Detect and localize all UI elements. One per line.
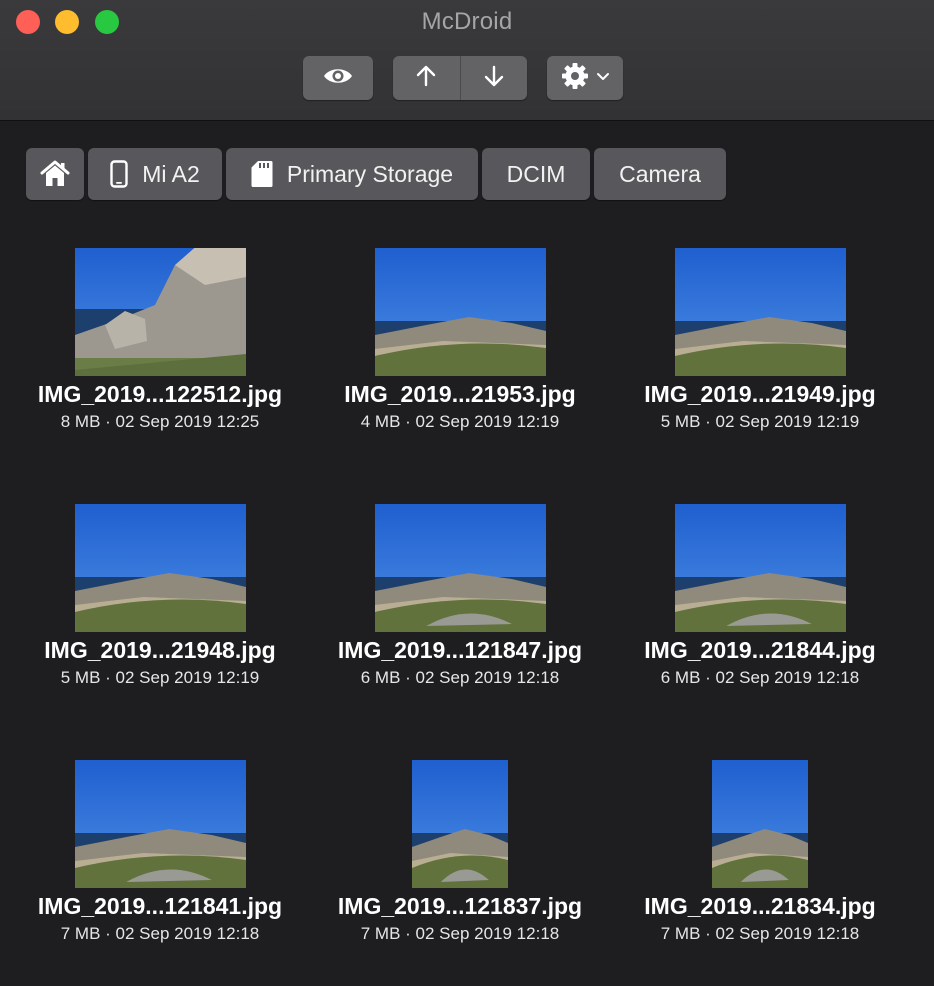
file-name: IMG_2019...21844.jpg [644,637,876,663]
file-thumbnail [375,504,546,632]
preview-button[interactable] [303,56,373,100]
file-thumbnail [375,248,546,376]
breadcrumb-storage[interactable]: Primary Storage [226,148,478,200]
file-meta: 4 MB · 02 Sep 2019 12:19 [360,412,560,431]
breadcrumb-storage-label: Primary Storage [286,160,454,187]
breadcrumb-camera-label: Camera [619,160,701,187]
file-meta: 8 MB · 02 Sep 2019 12:25 [60,412,260,431]
file-name: IMG_2019...122512.jpg [37,381,283,407]
file-thumbnail [675,248,846,376]
file-thumbnail [75,248,246,376]
file-thumbnail [412,760,508,888]
arrow-down-icon [482,64,506,93]
chevron-down-icon [596,69,610,87]
file-item[interactable]: IMG_2019...121837.jpg 7 MB · 02 Sep 2019 … [310,760,610,960]
home-icon [40,160,70,188]
file-meta: 5 MB · 02 Sep 2019 12:19 [660,412,860,431]
breadcrumb-device[interactable]: Mi A2 [88,148,222,200]
file-name: IMG_2019...21949.jpg [644,381,876,407]
breadcrumb-device-label: Mi A2 [142,160,200,187]
file-item[interactable]: IMG_2019...121847.jpg 6 MB · 02 Sep 2019 … [310,504,610,704]
upload-button[interactable] [393,56,460,100]
file-item[interactable]: IMG_2019...121841.jpg 7 MB · 02 Sep 2019 … [10,760,310,960]
file-meta: 7 MB · 02 Sep 2019 12:18 [660,924,860,943]
file-item[interactable]: IMG_2019...21948.jpg 5 MB · 02 Sep 2019 1… [10,504,310,704]
window-title: McDroid [421,8,513,35]
file-name: IMG_2019...21834.jpg [644,893,876,919]
breadcrumb-dcim[interactable]: DCIM [482,148,590,200]
file-name: IMG_2019...121837.jpg [337,893,583,919]
file-thumbnail [712,760,808,888]
file-thumbnail [675,504,846,632]
file-meta: 7 MB · 02 Sep 2019 12:18 [360,924,560,943]
file-name: IMG_2019...21953.jpg [344,381,576,407]
file-item[interactable]: IMG_2019...122512.jpg 8 MB · 02 Sep 2019 … [10,248,310,448]
breadcrumb-camera[interactable]: Camera [594,148,726,200]
phone-icon [110,160,128,188]
eye-icon [323,66,353,91]
file-item[interactable]: IMG_2019...21949.jpg 5 MB · 02 Sep 2019 1… [610,248,910,448]
file-name: IMG_2019...121847.jpg [337,637,583,663]
breadcrumb-dcim-label: DCIM [506,160,566,187]
file-thumbnail [75,504,246,632]
file-meta: 5 MB · 02 Sep 2019 12:19 [60,668,260,687]
file-meta: 7 MB · 02 Sep 2019 12:18 [60,924,260,943]
settings-menu-button[interactable] [547,56,623,100]
file-meta: 6 MB · 02 Sep 2019 12:18 [360,668,560,687]
gear-icon [560,61,590,96]
sd-card-icon [251,160,273,188]
file-item[interactable]: IMG_2019...21834.jpg 7 MB · 02 Sep 2019 1… [610,760,910,960]
app-window: McDroid Mi A2 Primary Storage DCIM Camer… [0,0,934,986]
transfer-button-group [393,56,527,100]
download-button[interactable] [461,56,528,100]
breadcrumb-home[interactable] [26,148,84,200]
titlebar: McDroid [0,0,934,121]
file-thumbnail [75,760,246,888]
arrow-up-icon [414,64,438,93]
file-name: IMG_2019...121841.jpg [37,893,283,919]
file-name: IMG_2019...21948.jpg [44,637,276,663]
file-item[interactable]: IMG_2019...21953.jpg 4 MB · 02 Sep 2019 1… [310,248,610,448]
file-meta: 6 MB · 02 Sep 2019 12:18 [660,668,860,687]
file-item[interactable]: IMG_2019...21844.jpg 6 MB · 02 Sep 2019 1… [610,504,910,704]
